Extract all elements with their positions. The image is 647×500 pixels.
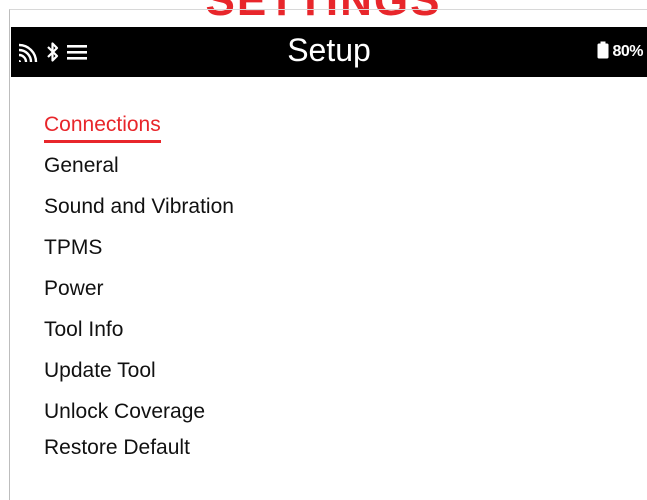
menu-item-label: Update Tool: [44, 359, 156, 382]
screen-title: Setup: [287, 32, 371, 68]
menu-item-update-tool[interactable]: Update Tool: [44, 354, 234, 395]
menu-item-label: TPMS: [44, 236, 103, 259]
status-bar: Setup 80%: [11, 27, 647, 77]
menu-item-power[interactable]: Power: [44, 272, 234, 313]
menu-item-label: General: [44, 154, 119, 177]
menu-item-restore-default[interactable]: Restore Default: [44, 431, 234, 472]
menu-item-label: Tool Info: [44, 318, 124, 341]
battery-status: 80%: [597, 41, 643, 63]
battery-percent: 80%: [612, 43, 643, 60]
menu-item-tool-info[interactable]: Tool Info: [44, 313, 234, 354]
menu-item-label: Restore Default: [44, 436, 190, 459]
settings-menu: Connections General Sound and Vibration TPM…: [44, 108, 234, 472]
menu-item-label: Sound and Vibration: [44, 195, 234, 218]
settings-screen: SETTINGS Setup 80% Connections General S…: [0, 0, 647, 500]
menu-item-tpms[interactable]: TPMS: [44, 231, 234, 272]
menu-item-label: Unlock Coverage: [44, 400, 206, 423]
battery-icon: [597, 41, 609, 64]
menu-item-general[interactable]: General: [44, 149, 234, 190]
menu-item-connections[interactable]: Connections: [44, 108, 234, 149]
menu-item-label: Connections: [44, 110, 161, 143]
menu-item-label: Power: [44, 277, 104, 300]
menu-item-sound-and-vibration[interactable]: Sound and Vibration: [44, 190, 234, 231]
menu-item-unlock-coverage[interactable]: Unlock Coverage: [44, 395, 234, 431]
